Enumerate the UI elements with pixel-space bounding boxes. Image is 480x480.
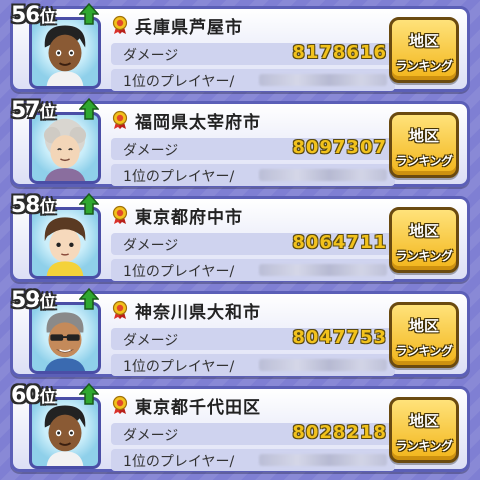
damage-label: ダメージ [123, 428, 179, 444]
ranking-button-label: ランキング [395, 344, 453, 358]
city-line: 福岡県太宰府市 [111, 108, 395, 133]
up-arrow-icon [79, 3, 99, 25]
damage-label: ダメージ [123, 333, 179, 349]
top-player-name-redacted [259, 169, 387, 181]
damage-value: 8028218 [292, 422, 387, 443]
top-player-line: 1位のプレイヤー/ [111, 259, 395, 281]
row-info: 東京都府中市 ダメージ 8064711 1位のプレイヤー/ [111, 203, 395, 281]
damage-label: ダメージ [123, 238, 179, 254]
ranking-row-58: 58位 東京都府中市 ダメージ 8064711 1位のプレイヤー/ 地区 ランキ… [10, 193, 470, 282]
region-ranking-button[interactable]: 地区 ランキング [389, 112, 459, 178]
top-player-label: 1位のプレイヤー/ [123, 454, 235, 470]
rank-number: 60位 [11, 383, 56, 408]
up-arrow-icon [79, 288, 99, 310]
city-line: 東京都府中市 [111, 203, 395, 228]
city-name: 兵庫県芦屋市 [135, 17, 243, 38]
rank-number: 56位 [11, 3, 56, 28]
city-line: 東京都千代田区 [111, 393, 395, 418]
top-player-label: 1位のプレイヤー/ [123, 169, 235, 185]
region-button-label: 地区 [408, 32, 439, 50]
city-name: 東京都府中市 [135, 207, 243, 228]
damage-value: 8047753 [292, 327, 387, 348]
damage-label: ダメージ [123, 143, 179, 159]
medal-icon [112, 300, 128, 319]
top-player-name-redacted [259, 454, 387, 466]
top-player-line: 1位のプレイヤー/ [111, 69, 395, 91]
city-name: 神奈川県大和市 [135, 302, 261, 323]
up-arrow-icon [79, 193, 99, 215]
ranking-list: 56位 兵庫県芦屋市 ダメージ 8178616 1位のプレイヤー/ 地区 ランキ… [0, 0, 480, 480]
region-ranking-button[interactable]: 地区 ランキング [389, 302, 459, 368]
top-player-line: 1位のプレイヤー/ [111, 449, 395, 471]
damage-label: ダメージ [123, 48, 179, 64]
region-button-label: 地区 [408, 317, 439, 335]
row-info: 東京都千代田区 ダメージ 8028218 1位のプレイヤー/ [111, 393, 395, 471]
medal-icon [112, 395, 128, 414]
region-button-label: 地区 [408, 222, 439, 240]
region-ranking-button[interactable]: 地区 ランキング [389, 17, 459, 83]
city-name: 福岡県太宰府市 [135, 112, 261, 133]
rank-number: 57位 [11, 98, 56, 123]
medal-icon [112, 15, 128, 34]
region-button-label: 地区 [408, 412, 439, 430]
ranking-row-60: 60位 東京都千代田区 ダメージ 8028218 1位のプレイヤー/ 地区 ラン… [10, 383, 470, 472]
medal-icon [112, 205, 128, 224]
row-info: 兵庫県芦屋市 ダメージ 8178616 1位のプレイヤー/ [111, 13, 395, 91]
damage-line: ダメージ 8047753 [111, 327, 395, 350]
up-arrow-icon [79, 383, 99, 405]
top-player-name-redacted [259, 74, 387, 86]
damage-value: 8064711 [292, 232, 387, 253]
city-line: 神奈川県大和市 [111, 298, 395, 323]
city-name: 東京都千代田区 [135, 397, 261, 418]
top-player-name-redacted [259, 359, 387, 371]
city-line: 兵庫県芦屋市 [111, 13, 395, 38]
row-info: 福岡県太宰府市 ダメージ 8097307 1位のプレイヤー/ [111, 108, 395, 186]
top-player-label: 1位のプレイヤー/ [123, 74, 235, 90]
ranking-button-label: ランキング [395, 439, 453, 453]
region-ranking-button[interactable]: 地区 ランキング [389, 397, 459, 463]
ranking-row-56: 56位 兵庫県芦屋市 ダメージ 8178616 1位のプレイヤー/ 地区 ランキ… [10, 3, 470, 92]
damage-value: 8178616 [292, 42, 387, 63]
damage-value: 8097307 [292, 137, 387, 158]
damage-line: ダメージ 8097307 [111, 137, 395, 160]
ranking-row-57: 57位 福岡県太宰府市 ダメージ 8097307 1位のプレイヤー/ 地区 ラン… [10, 98, 470, 187]
damage-line: ダメージ 8178616 [111, 42, 395, 65]
row-info: 神奈川県大和市 ダメージ 8047753 1位のプレイヤー/ [111, 298, 395, 376]
rank-number: 58位 [11, 193, 56, 218]
damage-line: ダメージ 8028218 [111, 422, 395, 445]
ranking-row-59: 59位 神奈川県大和市 ダメージ 8047753 1位のプレイヤー/ 地区 ラン… [10, 288, 470, 377]
ranking-button-label: ランキング [395, 249, 453, 263]
medal-icon [112, 110, 128, 129]
rank-number: 59位 [11, 288, 56, 313]
top-player-line: 1位のプレイヤー/ [111, 164, 395, 186]
ranking-button-label: ランキング [395, 59, 453, 73]
top-player-label: 1位のプレイヤー/ [123, 264, 235, 280]
up-arrow-icon [79, 98, 99, 120]
top-player-name-redacted [259, 264, 387, 276]
top-player-line: 1位のプレイヤー/ [111, 354, 395, 376]
region-ranking-button[interactable]: 地区 ランキング [389, 207, 459, 273]
ranking-button-label: ランキング [395, 154, 453, 168]
top-player-label: 1位のプレイヤー/ [123, 359, 235, 375]
damage-line: ダメージ 8064711 [111, 232, 395, 255]
region-button-label: 地区 [408, 127, 439, 145]
